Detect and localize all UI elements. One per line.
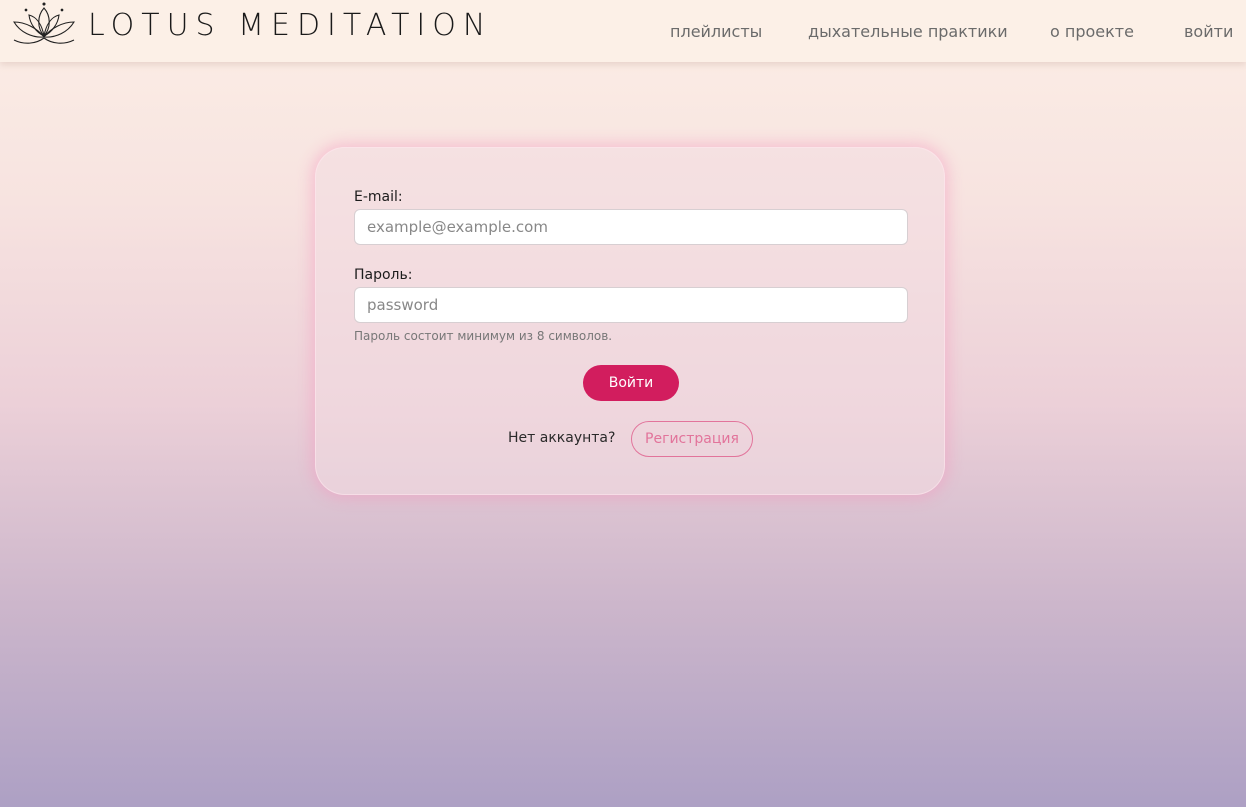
nav-link-login[interactable]: войти xyxy=(1184,22,1233,41)
nav-link-about[interactable]: о проекте xyxy=(1050,22,1134,41)
logo-text: LOTUS MEDITATION xyxy=(88,7,493,43)
nav-link-playlists[interactable]: плейлисты xyxy=(670,22,762,41)
nav-link-breathing[interactable]: дыхательные практики xyxy=(808,22,1008,41)
email-field[interactable] xyxy=(354,209,908,245)
email-label: E-mail: xyxy=(354,189,403,205)
no-account-text: Нет аккаунта? xyxy=(508,430,616,446)
login-card: E-mail: Пароль: Пароль состоит минимум и… xyxy=(315,147,945,495)
password-label: Пароль: xyxy=(354,267,413,283)
lotus-icon xyxy=(13,2,75,44)
password-field[interactable] xyxy=(354,287,908,323)
register-button[interactable]: Регистрация xyxy=(631,421,753,457)
site-header: LOTUS MEDITATION плейлисты дыхательные п… xyxy=(0,0,1246,62)
password-hint: Пароль состоит минимум из 8 символов. xyxy=(354,329,613,343)
login-button[interactable]: Войти xyxy=(583,365,679,401)
site-logo[interactable]: LOTUS MEDITATION xyxy=(8,2,492,48)
